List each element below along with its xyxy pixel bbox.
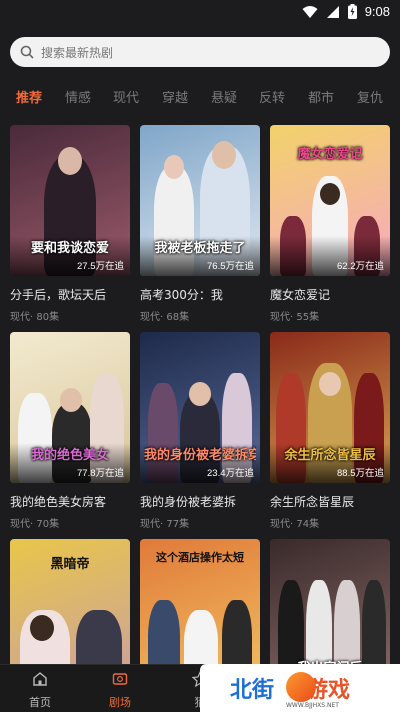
tab-time-travel[interactable]: 穿越 bbox=[162, 87, 188, 106]
drama-title: 余生所念皆星辰 bbox=[270, 495, 355, 509]
tab-suspense[interactable]: 悬疑 bbox=[211, 87, 237, 106]
poster-title: 余生所念皆星辰 bbox=[284, 448, 376, 463]
search-placeholder: 搜索最新热剧 bbox=[41, 45, 114, 60]
watermark-logo-icon bbox=[286, 672, 316, 702]
drama-poster: 我被老板拖走了 76.5万在追 bbox=[140, 125, 260, 276]
poster-title: 我的绝色美女 bbox=[30, 448, 109, 463]
signal-icon bbox=[326, 5, 339, 18]
category-tabs: 推荐 情感 现代 穿越 悬疑 反转 都市 复仇 bbox=[0, 87, 400, 109]
fans-count: 62.2万在追 bbox=[337, 261, 384, 272]
tab-urban[interactable]: 都市 bbox=[308, 87, 334, 106]
poster-title: 我的身份被老婆拆穿了 bbox=[144, 448, 256, 463]
drama-meta: 现代· 55集 bbox=[270, 312, 320, 323]
nav-home[interactable]: 首页 bbox=[10, 671, 70, 710]
wifi-icon bbox=[302, 5, 318, 18]
fans-count: 76.5万在追 bbox=[207, 261, 254, 272]
drama-card[interactable]: 我被老板拖走了 76.5万在追 高考300分：我 现代· 68集 bbox=[140, 125, 260, 323]
drama-poster: 要和我谈恋爱 27.5万在追 bbox=[10, 125, 130, 276]
search-input[interactable]: 搜索最新热剧 bbox=[10, 37, 390, 67]
clock: 9:08 bbox=[364, 4, 390, 19]
site-watermark: 北街 游戏 WWW.BJJHXS.NET bbox=[200, 664, 400, 712]
drama-card[interactable]: 我的身份被老婆拆穿了 23.4万在追 我的身份被老婆拆 现代· 77集 bbox=[140, 332, 260, 530]
search-icon bbox=[20, 45, 34, 59]
fans-count: 27.5万在追 bbox=[77, 261, 124, 272]
fans-count: 77.8万在追 bbox=[77, 468, 124, 479]
poster-title: 魔女恋爱记 bbox=[297, 147, 363, 162]
poster-title: 黑暗帝 bbox=[50, 557, 90, 572]
drama-poster: 魔女恋爱记 62.2万在追 bbox=[270, 125, 390, 276]
battery-icon bbox=[347, 4, 357, 19]
tab-emotion[interactable]: 情感 bbox=[65, 87, 91, 106]
drama-title: 我的身份被老婆拆 bbox=[140, 495, 237, 509]
nav-theater[interactable]: 剧场 bbox=[90, 671, 150, 710]
drama-poster: 余生所念皆星辰 88.5万在追 bbox=[270, 332, 390, 483]
drama-card[interactable]: 魔女恋爱记 62.2万在追 魔女恋爱记 现代· 55集 bbox=[270, 125, 390, 323]
tab-modern[interactable]: 现代 bbox=[113, 87, 139, 106]
drama-card[interactable]: 余生所念皆星辰 88.5万在追 余生所念皆星辰 现代· 74集 bbox=[270, 332, 390, 530]
poster-title: 我被老板拖走了 bbox=[154, 241, 246, 256]
fans-count: 88.5万在追 bbox=[337, 468, 384, 479]
drama-title: 高考300分：我 bbox=[140, 288, 223, 302]
tab-revenge[interactable]: 复仇 bbox=[357, 87, 383, 106]
theater-icon bbox=[112, 673, 128, 685]
drama-card[interactable]: 要和我谈恋爱 27.5万在追 分手后，歌坛天后 现代· 80集 bbox=[10, 125, 130, 323]
tab-twist[interactable]: 反转 bbox=[259, 87, 285, 106]
drama-meta: 现代· 68集 bbox=[140, 312, 190, 323]
drama-meta: 现代· 70集 bbox=[10, 519, 60, 530]
drama-meta: 现代· 77集 bbox=[140, 519, 190, 530]
drama-poster: 我的身份被老婆拆穿了 23.4万在追 bbox=[140, 332, 260, 483]
poster-title: 要和我谈恋爱 bbox=[30, 241, 109, 256]
drama-title: 魔女恋爱记 bbox=[270, 288, 331, 302]
drama-card[interactable]: 我的绝色美女 77.8万在追 我的绝色美女房客 现代· 70集 bbox=[10, 332, 130, 530]
drama-meta: 现代· 74集 bbox=[270, 519, 320, 530]
drama-title: 分手后，歌坛天后 bbox=[10, 288, 107, 302]
tab-recommend[interactable]: 推荐 bbox=[16, 87, 42, 106]
status-bar: 9:08 bbox=[0, 0, 400, 26]
drama-title: 我的绝色美女房客 bbox=[10, 495, 107, 509]
drama-meta: 现代· 80集 bbox=[10, 312, 60, 323]
watermark-left-text: 北街 bbox=[230, 678, 275, 703]
home-icon bbox=[33, 672, 47, 686]
drama-poster: 我的绝色美女 77.8万在追 bbox=[10, 332, 130, 483]
fans-count: 23.4万在追 bbox=[207, 468, 254, 479]
poster-title: 这个酒店操作太短 bbox=[156, 551, 244, 564]
watermark-url: WWW.BJJHXS.NET bbox=[286, 702, 339, 709]
